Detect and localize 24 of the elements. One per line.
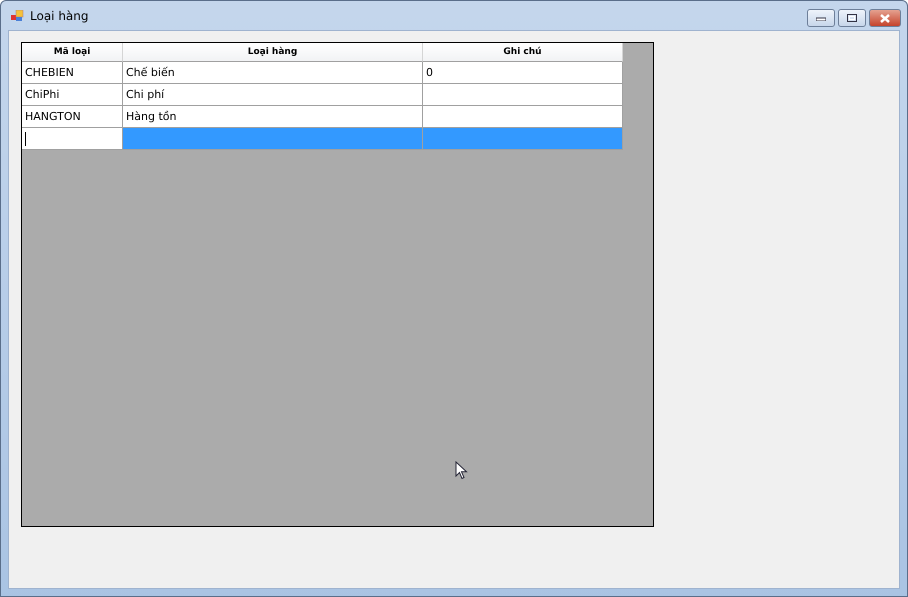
table-cell[interactable]: CHEBIEN <box>22 62 123 84</box>
minimize-icon <box>816 15 826 21</box>
input-field[interactable] <box>22 128 123 150</box>
table-cell[interactable] <box>123 128 423 150</box>
close-icon <box>880 14 890 22</box>
cursor-icon <box>455 461 468 480</box>
table-cell[interactable]: 0 <box>423 62 623 84</box>
table-cell[interactable]: Hàng tồn <box>123 106 423 128</box>
table-cell[interactable]: HANGTON <box>22 106 123 128</box>
table-cell[interactable] <box>423 84 623 106</box>
table-cell[interactable]: ChiPhi <box>22 84 123 106</box>
column-header[interactable]: Loại hàng <box>123 43 423 62</box>
table-cell[interactable] <box>423 128 623 150</box>
table-cell[interactable]: Chế biến <box>123 62 423 84</box>
window-title: Loại hàng <box>30 8 88 22</box>
column-header[interactable]: Ghi chú <box>423 43 623 62</box>
table-cell[interactable]: Chi phí <box>123 84 423 106</box>
minimize-button[interactable] <box>807 9 835 27</box>
maximize-icon <box>847 14 857 22</box>
table-cell[interactable] <box>423 106 623 128</box>
close-button[interactable] <box>869 9 901 27</box>
maximize-button[interactable] <box>838 9 866 27</box>
app-icon <box>11 10 24 22</box>
column-header[interactable]: Mã loại <box>22 43 123 62</box>
